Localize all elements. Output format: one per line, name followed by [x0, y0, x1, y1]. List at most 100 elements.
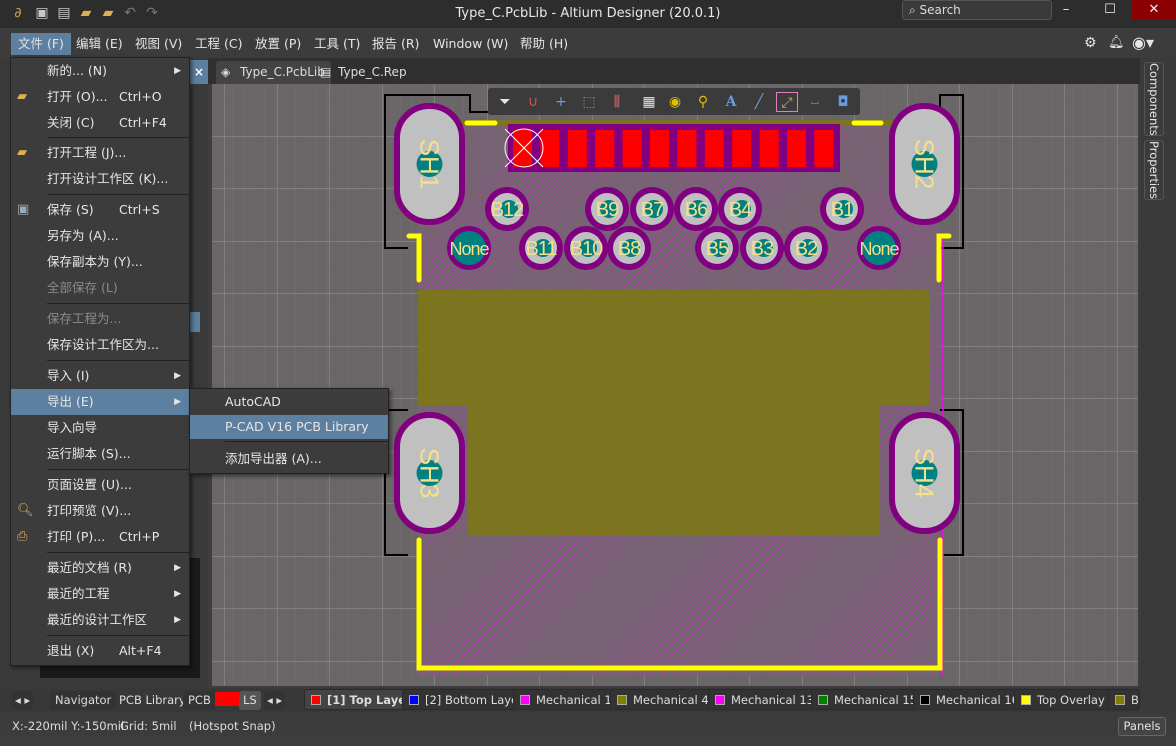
smd-pad[interactable]: [513, 130, 532, 167]
menu-tools[interactable]: 工具 (T): [307, 33, 367, 55]
menu-view[interactable]: 视图 (V): [128, 33, 189, 55]
region-icon[interactable]: ◘: [832, 92, 854, 112]
layer-tab[interactable]: Mechanical 4: [610, 689, 716, 710]
shield-pad[interactable]: SH4: [889, 412, 960, 534]
file-menu-item[interactable]: 最近的设计工作区 ▶: [11, 607, 189, 633]
smd-pad[interactable]: [677, 130, 697, 167]
text-icon[interactable]: A: [720, 92, 742, 112]
menu-help[interactable]: 帮助 (H): [513, 33, 575, 55]
gear-icon[interactable]: ⚙: [1084, 35, 1097, 51]
minimize-button[interactable]: –: [1044, 0, 1088, 20]
file-menu-item[interactable]: 🔍︎ 打印预览 (V)...: [11, 498, 189, 524]
file-menu-item[interactable]: 页面设置 (U)...: [11, 472, 189, 498]
panel-scroll-arrows[interactable]: ◂ ▸: [12, 691, 34, 710]
smd-pad[interactable]: [732, 130, 752, 167]
panels-button[interactable]: Panels: [1118, 717, 1166, 736]
through-hole-pad[interactable]: B1: [820, 187, 864, 231]
smd-pad[interactable]: [650, 130, 669, 167]
file-menu-item[interactable]: 打开设计工作区 (K)...: [11, 166, 189, 192]
through-hole-pad[interactable]: None: [857, 226, 901, 270]
through-hole-pad[interactable]: B9: [585, 187, 629, 231]
smd-pad[interactable]: [759, 130, 779, 167]
layer-tab[interactable]: Mechanical 16: [913, 689, 1026, 710]
through-hole-pad[interactable]: None: [447, 226, 491, 270]
through-hole-pad[interactable]: B12: [485, 187, 529, 231]
layer-tab[interactable]: Mechanical 15: [811, 689, 924, 710]
smd-pad[interactable]: [814, 130, 834, 167]
tab-navigator[interactable]: Navigator: [50, 691, 117, 710]
dimension-icon[interactable]: ⌴: [804, 92, 826, 112]
file-menu-item[interactable]: 关闭 (C) Ctrl+F4: [11, 110, 189, 136]
crosshair-icon[interactable]: +: [550, 92, 572, 112]
smd-pad[interactable]: [622, 130, 642, 167]
file-menu-item[interactable]: 新的... (N) ▶: [11, 58, 189, 84]
close-button[interactable]: ✕: [1132, 0, 1176, 20]
components-tab[interactable]: Components: [1144, 62, 1164, 136]
file-menu-item[interactable]: ▣ 保存 (S) Ctrl+S: [11, 197, 189, 223]
layer-scroll-arrows[interactable]: ◂ ▸: [264, 691, 286, 710]
file-menu-item[interactable]: 导入 (I) ▶: [11, 363, 189, 389]
snap-magnet-icon[interactable]: ∪: [522, 92, 544, 112]
export-submenu-item[interactable]: 添加导出器 (A)...: [190, 447, 388, 471]
file-menu-item[interactable]: 最近的工程 ▶: [11, 581, 189, 607]
maximize-button[interactable]: ☐: [1088, 0, 1132, 20]
file-menu-item[interactable]: 另存为 (A)...: [11, 223, 189, 249]
component-icon[interactable]: ▦: [638, 92, 660, 112]
through-hole-pad[interactable]: B5: [695, 226, 739, 270]
smd-pad[interactable]: [567, 130, 587, 167]
menu-place[interactable]: 放置 (P): [248, 33, 308, 55]
through-hole-pad[interactable]: B6: [674, 187, 718, 231]
search-input[interactable]: ⌕ Search: [902, 0, 1052, 20]
file-menu-item[interactable]: 最近的文档 (R) ▶: [11, 555, 189, 581]
file-menu-item[interactable]: 保存副本为 (Y)...: [11, 249, 189, 275]
shield-pad[interactable]: SH3: [394, 412, 465, 534]
route-icon[interactable]: ⤢: [776, 92, 798, 112]
file-menu-item[interactable]: ▰ 打开工程 (J)...: [11, 140, 189, 166]
file-menu-item[interactable]: 运行脚本 (S)...: [11, 441, 189, 467]
align-icon[interactable]: ⫼: [606, 92, 628, 112]
file-menu-item[interactable]: 导入向导: [11, 415, 189, 441]
through-hole-pad[interactable]: B2: [784, 226, 828, 270]
tab-pcb[interactable]: PCB: [183, 691, 216, 710]
file-menu-item[interactable]: 保存设计工作区为...: [11, 332, 189, 358]
through-hole-pad[interactable]: B7: [630, 187, 674, 231]
layer-tab[interactable]: [2] Bottom Layer: [402, 689, 530, 710]
file-menu-item[interactable]: 导出 (E) ▶: [11, 389, 189, 415]
layer-tab[interactable]: Mechanical 13: [708, 689, 821, 710]
menu-window[interactable]: Window (W): [426, 33, 515, 55]
file-menu-item[interactable]: 退出 (X) Alt+F4: [11, 638, 189, 664]
file-menu-item[interactable]: ⎙ 打印 (P)... Ctrl+P: [11, 524, 189, 550]
export-submenu-item[interactable]: P-CAD V16 PCB Library: [190, 415, 388, 439]
smd-pad[interactable]: [787, 130, 806, 167]
pad-icon[interactable]: ⚲: [692, 92, 714, 112]
line-icon[interactable]: ╱: [748, 92, 770, 112]
user-icon[interactable]: ◉▾: [1132, 33, 1154, 52]
filter-icon[interactable]: ⏷: [494, 92, 516, 112]
through-hole-pad[interactable]: B11: [519, 226, 563, 270]
menu-reports[interactable]: 报告 (R): [365, 33, 426, 55]
through-hole-pad[interactable]: B10: [564, 226, 608, 270]
smd-pad[interactable]: [595, 130, 615, 167]
layer-tab[interactable]: Top Overlay: [1014, 689, 1112, 710]
layer-set-button[interactable]: LS: [239, 691, 261, 710]
through-hole-pad[interactable]: B3: [740, 226, 784, 270]
file-menu-item[interactable]: ▰ 打开 (O)... Ctrl+O: [11, 84, 189, 110]
layer-tab[interactable]: Mechanical 1: [513, 689, 619, 710]
smd-pad[interactable]: [704, 130, 724, 167]
through-hole-pad[interactable]: B8: [607, 226, 651, 270]
shield-pad[interactable]: SH1: [394, 103, 465, 225]
export-submenu-item[interactable]: AutoCAD: [190, 390, 388, 414]
through-hole-pad[interactable]: B4: [718, 187, 762, 231]
menu-file[interactable]: 文件 (F): [11, 33, 71, 55]
tab-type-c-rep[interactable]: ▤ Type_C.Rep: [314, 61, 413, 84]
menu-project[interactable]: 工程 (C): [188, 33, 249, 55]
pcb-drawing[interactable]: SH1 SH2SH3 SH4 B12 B9 B7 B6 B4 B1None B11 B10 B8 B5…: [212, 84, 1138, 686]
shield-pad[interactable]: SH2: [889, 103, 960, 225]
select-rect-icon[interactable]: ⬚: [578, 92, 600, 112]
panel-close-button[interactable]: ×: [190, 60, 208, 84]
bell-icon[interactable]: 🔔︎: [1108, 35, 1125, 50]
tab-pcb-library[interactable]: PCB Library: [114, 691, 191, 710]
properties-tab[interactable]: Properties: [1144, 140, 1164, 200]
via-icon[interactable]: ◉: [664, 92, 686, 112]
pcb-canvas[interactable]: SH1 SH2 SH3 SH4 B12 B9 B7 B6 B4 B1 None B11 B10 B8 B5…: [212, 84, 1138, 686]
